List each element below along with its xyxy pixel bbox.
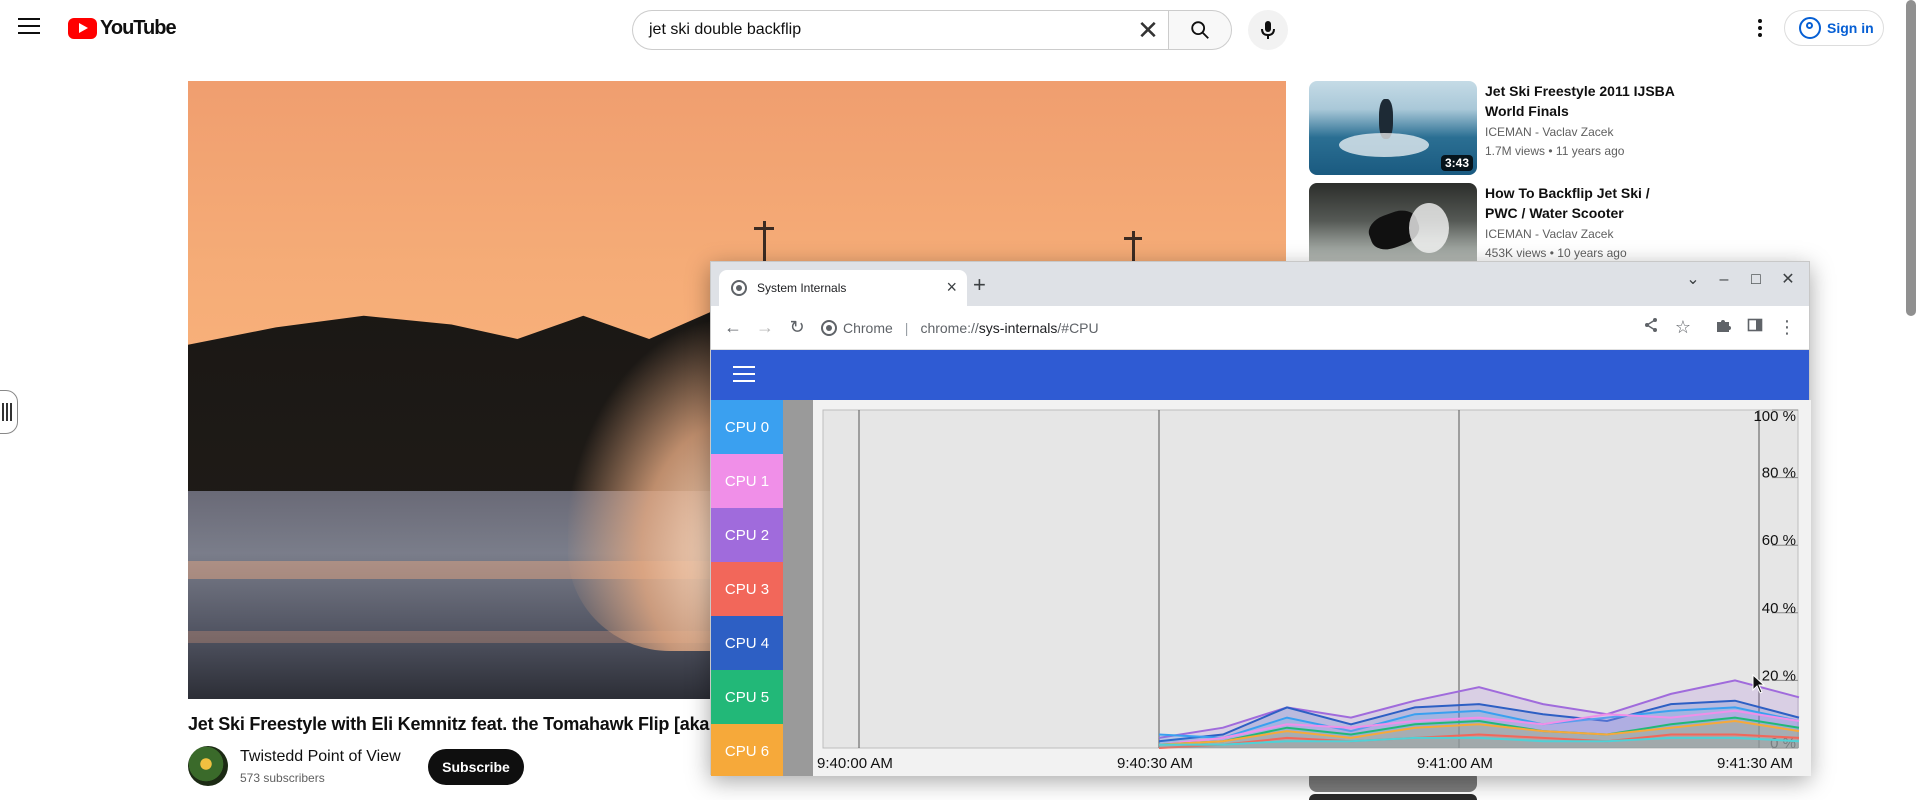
- thumbnail-spray: [1339, 133, 1429, 157]
- address-bar[interactable]: Chrome | chrome://sys-internals/#CPU: [821, 313, 1099, 343]
- recommendation-views: 1.7M views: [1485, 144, 1546, 158]
- chart-plot-background: [822, 409, 1799, 749]
- page-scrollbar[interactable]: [1906, 0, 1916, 316]
- search-query-text: jet ski double backflip: [649, 21, 802, 38]
- chart-y-tick-label: 40 %: [1762, 600, 1796, 617]
- chart-x-tick-label: 9:40:00 AM: [817, 755, 893, 772]
- back-arrow-icon[interactable]: ←: [721, 316, 745, 338]
- sys-internals-app-bar: [711, 350, 1809, 400]
- meta-separator: •: [1548, 144, 1556, 158]
- tab-system-internals[interactable]: System Internals ×: [719, 270, 967, 306]
- cpu-legend-item[interactable]: CPU 3: [711, 562, 783, 616]
- channel-subscriber-count: 573 subscribers: [240, 771, 325, 785]
- url-text: chrome://sys-internals/#CPU: [920, 320, 1098, 336]
- channel-name[interactable]: Twistedd Point of View: [240, 748, 401, 766]
- recommendation-item[interactable]: 3:43 Jet Ski Freestyle 2011 IJSBA World …: [1309, 81, 1689, 177]
- reload-icon[interactable]: ↻: [785, 316, 809, 338]
- recommendation-meta: 1.7M views • 11 years ago: [1485, 144, 1624, 158]
- omnibox-chrome-label: Chrome: [843, 320, 893, 336]
- youtube-header: YouTube jet ski double backflip ✕ Sign i…: [0, 0, 1920, 56]
- minimize-icon[interactable]: –: [1714, 272, 1734, 288]
- cpu-usage-chart[interactable]: 100 % 80 % 60 % 40 % 20 % 0 % 9:40:00 AM 9:40:3…: [813, 400, 1811, 776]
- browser-toolbar: ← → ↻ Chrome | chrome://sys-internals/#C…: [711, 306, 1809, 350]
- youtube-logo-text: YouTube: [100, 17, 177, 39]
- recommendation-title[interactable]: Jet Ski Freestyle 2011 IJSBA World Final…: [1485, 81, 1685, 121]
- chart-y-tick-label: 80 %: [1762, 465, 1796, 482]
- side-panel-icon[interactable]: [1743, 316, 1767, 338]
- extensions-puzzle-icon[interactable]: [1711, 316, 1735, 338]
- video-duration-badge: 3:43: [1440, 155, 1473, 171]
- cpu-usage-view: CPU 0CPU 1CPU 2CPU 3CPU 4CPU 5CPU 6CPU 7…: [711, 400, 1811, 776]
- forward-arrow-icon[interactable]: →: [753, 316, 777, 338]
- video-frame-pole-arm: [1124, 237, 1142, 240]
- recommendation-thumbnail[interactable]: [1309, 794, 1477, 800]
- omnibox-separator: |: [904, 320, 909, 336]
- video-frame-pole-arm: [754, 227, 774, 230]
- cpu-legend-item[interactable]: CPU 5: [711, 670, 783, 724]
- chart-y-tick-label: 60 %: [1762, 532, 1796, 549]
- chart-y-tick-label: 100 %: [1753, 408, 1796, 425]
- cpu-legend-item[interactable]: CPU 4: [711, 616, 783, 670]
- tab-search-chevron-icon[interactable]: ⌄: [1683, 272, 1703, 288]
- video-title: Jet Ski Freestyle with Eli Kemnitz feat.…: [188, 714, 710, 734]
- tab-title: System Internals: [757, 281, 847, 295]
- drawer-menu-icon[interactable]: [733, 366, 755, 384]
- share-glyph: [1645, 318, 1657, 332]
- search-icon: [1191, 21, 1209, 39]
- url-host: sys-internals: [978, 320, 1058, 336]
- youtube-play-icon: [68, 18, 97, 39]
- legend-scroll-strip[interactable]: [783, 400, 813, 776]
- cpu-legend-item[interactable]: CPU 0: [711, 400, 783, 454]
- settings-more-icon[interactable]: [1750, 16, 1770, 40]
- side-panel-handle-icon[interactable]: [0, 390, 18, 434]
- recommendation-channel[interactable]: ICEMAN - Vaclav Zacek: [1485, 125, 1613, 139]
- chart-x-tick-label: 9:41:00 AM: [1417, 755, 1493, 772]
- recommendation-title[interactable]: How To Backflip Jet Ski / PWC / Water Sc…: [1485, 183, 1685, 223]
- tab-strip: System Internals × + ⌄ – □ ✕: [711, 262, 1809, 306]
- voice-search-button[interactable]: [1248, 10, 1288, 50]
- chrome-page-icon: [821, 320, 837, 336]
- cpu-usage-chart-svg: 100 %80 %60 %40 %20 %0 %9:40:00 AM 9:40:3…: [817, 408, 1800, 772]
- mouse-cursor-icon: [1752, 674, 1766, 694]
- cpu-legend-item[interactable]: CPU 2: [711, 508, 783, 562]
- search-input[interactable]: jet ski double backflip ✕: [632, 10, 1168, 50]
- tab-close-icon[interactable]: ×: [946, 278, 957, 296]
- url-scheme: chrome://: [920, 320, 979, 336]
- clear-search-icon[interactable]: ✕: [1128, 11, 1168, 49]
- chrome-window: System Internals × + ⌄ – □ ✕ ← → ↻ Chrom…: [710, 261, 1811, 776]
- thumbnail-spray: [1409, 203, 1449, 253]
- recommendation-item[interactable]: [1309, 794, 1689, 800]
- bookmark-star-icon[interactable]: ☆: [1671, 316, 1695, 338]
- puzzle-glyph: [1717, 320, 1731, 332]
- recommendation-age: 10 years ago: [1557, 246, 1627, 260]
- chart-y-tick-label: 20 %: [1762, 667, 1796, 684]
- guide-menu-icon[interactable]: [18, 18, 40, 36]
- youtube-logo[interactable]: YouTube: [68, 17, 177, 40]
- browser-menu-icon[interactable]: ⋮: [1775, 316, 1799, 338]
- share-icon[interactable]: [1639, 316, 1663, 338]
- chrome-favicon-icon: [731, 280, 747, 296]
- sign-in-button[interactable]: Sign in: [1784, 10, 1884, 46]
- close-window-icon[interactable]: ✕: [1778, 272, 1798, 288]
- cpu-legend-list: CPU 0CPU 1CPU 2CPU 3CPU 4CPU 5CPU 6CPU 7: [711, 400, 783, 776]
- subscribe-button[interactable]: Subscribe: [428, 749, 524, 785]
- chart-x-tick-label: 9:41:30 AM: [1717, 755, 1793, 772]
- side-panel-glyph: [1747, 318, 1763, 332]
- chart-x-tick-label: 9:40:30 AM: [1117, 755, 1193, 772]
- new-tab-icon[interactable]: +: [973, 274, 986, 296]
- recommendation-age: 11 years ago: [1555, 144, 1625, 158]
- recommendation-views: 453K views: [1485, 246, 1547, 260]
- maximize-icon[interactable]: □: [1746, 272, 1766, 288]
- account-icon: [1799, 17, 1821, 39]
- recommendation-channel[interactable]: ICEMAN - Vaclav Zacek: [1485, 227, 1613, 241]
- cpu-legend-item[interactable]: CPU 6: [711, 724, 783, 776]
- url-path: /#CPU: [1057, 320, 1099, 336]
- sign-in-label: Sign in: [1827, 20, 1874, 36]
- cpu-legend-item[interactable]: CPU 1: [711, 454, 783, 508]
- search-button[interactable]: [1168, 10, 1232, 50]
- recommendation-thumbnail[interactable]: 3:43: [1309, 81, 1477, 175]
- microphone-icon: [1261, 21, 1275, 39]
- recommendation-meta: 453K views • 10 years ago: [1485, 246, 1627, 260]
- channel-avatar[interactable]: [188, 746, 228, 786]
